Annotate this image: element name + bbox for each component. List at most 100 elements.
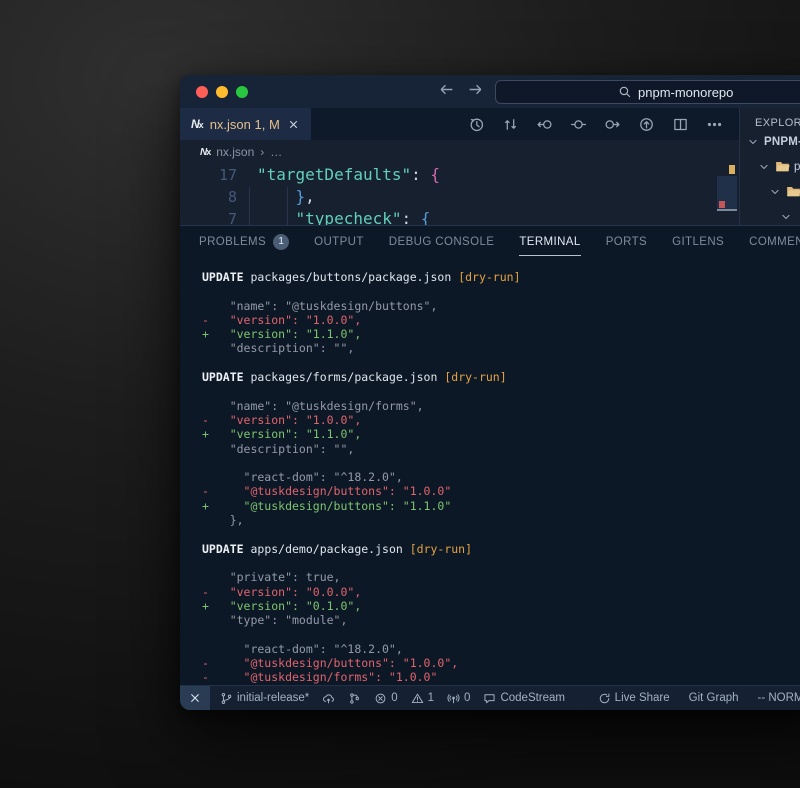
minimap-viewport-line	[717, 209, 737, 211]
panel-tab-label: PORTS	[606, 236, 647, 248]
explorer-tree-item[interactable]	[740, 204, 800, 225]
code-editor[interactable]: 17"targetDefaults": {8 },7 "typecheck": …	[180, 164, 739, 225]
panel-tab-label: PROBLEMS	[199, 236, 266, 248]
statusbar-item-0[interactable]: 0	[374, 692, 397, 705]
terminal-line	[202, 384, 800, 398]
vscode-window: pnpm-monorepo Nx nx.json 1, M Nx nx.json…	[180, 75, 800, 710]
nx-file-icon: Nx	[191, 117, 203, 131]
terminal-line	[202, 456, 800, 470]
command-center-search[interactable]: pnpm-monorepo	[495, 80, 800, 104]
terminal-output[interactable]: UPDATE packages/buttons/package.json [dr…	[180, 256, 800, 685]
panel-tabs: PROBLEMS1 OUTPUT DEBUG CONSOLE TERMINAL PORT…	[180, 226, 800, 256]
editor-tabstrip: Nx nx.json 1, M	[180, 108, 739, 140]
bottom-panel: PROBLEMS1 OUTPUT DEBUG CONSOLE TERMINAL PORT…	[180, 225, 800, 685]
branch-icon	[220, 692, 233, 705]
terminal-line: "description": "",	[202, 442, 800, 456]
panel-tab-gitlens[interactable]: GITLENS	[672, 226, 724, 256]
terminal-line: + "version": "0.1.0",	[202, 599, 800, 613]
statusbar-item-label: 0	[391, 692, 397, 704]
code-text: "typecheck": {	[257, 208, 739, 225]
breadcrumb-more[interactable]: …	[270, 145, 282, 159]
git-compare-icon[interactable]	[502, 116, 519, 133]
statusbar-item-1[interactable]: 1	[411, 692, 434, 705]
explorer-tree-item[interactable]: packages	[740, 154, 800, 179]
line-number: 17	[180, 164, 257, 186]
minimap[interactable]	[717, 164, 737, 225]
editor-line[interactable]: 8 },	[180, 186, 739, 208]
goto-file-icon[interactable]	[638, 116, 655, 133]
panel-tab-output[interactable]: OUTPUT	[314, 226, 364, 256]
panel-tab-comments[interactable]: COMMENTS	[749, 226, 800, 256]
zoom-window-button[interactable]	[236, 86, 248, 98]
terminal-line	[202, 627, 800, 641]
statusbar-item-label: -- NORMAL --	[758, 692, 800, 704]
history-back-icon[interactable]	[438, 81, 455, 103]
terminal-line: "type": "module",	[202, 613, 800, 627]
breadcrumb[interactable]: Nx nx.json › …	[180, 140, 739, 164]
panel-tab-problems[interactable]: PROBLEMS1	[199, 226, 289, 256]
panel-tab-debug-console[interactable]: DEBUG CONSOLE	[389, 226, 495, 256]
panel-tab-label: OUTPUT	[314, 236, 364, 248]
statusbar-item-codestream[interactable]: CodeStream	[483, 692, 565, 705]
next-change-icon[interactable]	[604, 116, 621, 133]
statusbar-item-normal[interactable]: -- NORMAL --	[758, 692, 800, 704]
breadcrumb-file[interactable]: nx.json	[216, 145, 254, 159]
tab-nx-json[interactable]: Nx nx.json 1, M	[180, 108, 311, 140]
panel-tab-label: DEBUG CONSOLE	[389, 236, 495, 248]
code-text: "targetDefaults": {	[257, 164, 739, 186]
explorer-panel: EXPLORER PNPM-MONOREPOpackages	[739, 108, 800, 225]
minimize-window-button[interactable]	[216, 86, 228, 98]
titlebar: pnpm-monorepo	[180, 75, 800, 108]
statusbar-item-label: CodeStream	[500, 692, 565, 704]
close-window-button[interactable]	[196, 86, 208, 98]
more-actions-icon[interactable]	[706, 116, 723, 133]
terminal-line: "name": "@tuskdesign/buttons",	[202, 299, 800, 313]
close-tab-icon[interactable]	[287, 118, 300, 131]
terminal-line: + "@tuskdesign/buttons": "1.1.0"	[202, 499, 800, 513]
terminal-line: - "@tuskdesign/forms": "1.0.0"	[202, 670, 800, 684]
previous-change-icon[interactable]	[536, 116, 553, 133]
line-number: 8	[180, 186, 257, 208]
panel-tab-terminal[interactable]: TERMINAL	[519, 226, 580, 256]
editor-line[interactable]: 7 "typecheck": {	[180, 208, 739, 225]
statusbar-item-label: initial-release*	[237, 692, 309, 704]
line-number: 7	[180, 208, 257, 225]
explorer-tree-item[interactable]	[740, 179, 800, 204]
panel-tab-label: TERMINAL	[519, 236, 580, 248]
statusbar-item-label: Git Graph	[689, 692, 739, 704]
editor-line[interactable]: 17"targetDefaults": {	[180, 164, 739, 186]
statusbar-item-label: Live Share	[615, 692, 670, 704]
statusbar-item-0[interactable]: 0	[447, 692, 470, 705]
statusbar-item-git-graph[interactable]: Git Graph	[689, 692, 739, 704]
explorer-tree-item[interactable]: PNPM-MONOREPO	[740, 129, 800, 154]
statusbar-item-commit-graph-icon[interactable]	[348, 692, 361, 705]
search-value: pnpm-monorepo	[638, 85, 733, 100]
code-text: },	[257, 186, 739, 208]
split-editor-icon[interactable]	[672, 116, 689, 133]
folder-icon	[786, 184, 800, 199]
statusbar-item-live-share[interactable]: Live Share	[598, 692, 670, 705]
history-forward-icon[interactable]	[467, 81, 484, 103]
statusbar-item-label: 0	[464, 692, 470, 704]
terminal-line: "private": true,	[202, 570, 800, 584]
changes-icon[interactable]	[570, 116, 587, 133]
statusbar-item-initial-release[interactable]: initial-release*	[220, 692, 309, 705]
timeline-icon[interactable]	[468, 116, 485, 133]
terminal-line: - "version": "1.0.0",	[202, 313, 800, 327]
folder-icon	[775, 159, 790, 174]
statusbar-item-cloud-upload-icon[interactable]	[322, 692, 335, 705]
nx-file-icon: Nx	[200, 147, 210, 158]
search-icon	[618, 85, 632, 99]
statusbar-item-remote-icon[interactable]	[180, 686, 210, 710]
chevron-down-icon	[779, 210, 793, 224]
terminal-line: - "version": "1.0.0",	[202, 413, 800, 427]
terminal-line: "react-dom": "^18.2.0",	[202, 642, 800, 656]
explorer-item-label: packages	[794, 161, 800, 173]
terminal-line: "description": "",	[202, 341, 800, 355]
chevron-down-icon	[768, 185, 782, 199]
live-share-icon	[598, 692, 611, 705]
terminal-line	[202, 527, 800, 541]
terminal-line: UPDATE apps/demo/package.json [dry-run]	[202, 542, 800, 556]
panel-tab-ports[interactable]: PORTS	[606, 226, 647, 256]
terminal-line: - "@tuskdesign/buttons": "1.0.0"	[202, 484, 800, 498]
